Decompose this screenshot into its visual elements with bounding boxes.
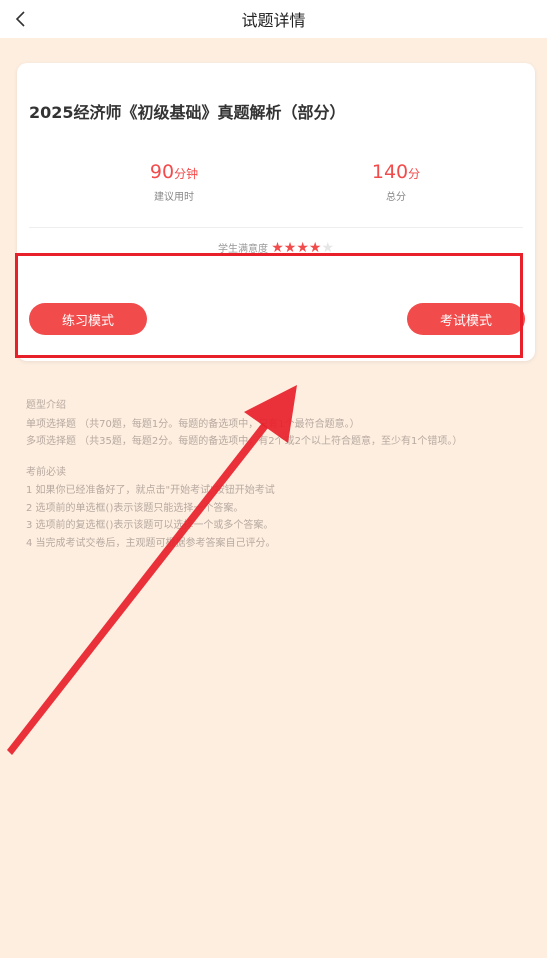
exam-info: 题型介绍 单项选择题 （共70题，每题1分。每题的备选项中，只有1个最符合题意。…	[26, 397, 526, 552]
top-bar: 试题详情	[0, 0, 547, 38]
question-types-title: 题型介绍	[26, 400, 66, 411]
note-item: 3 选项前的复选框()表示该题可以选择一个或多个答案。	[26, 520, 274, 531]
card-divider	[29, 227, 523, 228]
back-icon[interactable]	[8, 6, 32, 32]
note-item: 4 当完成考试交卷后，主观题可根据参考答案自己评分。	[26, 537, 276, 549]
duration-unit: 分钟	[174, 167, 199, 181]
multiple-choice-info: 多项选择题 （共35题，每题2分。每题的备选项中，有2个或2个以上符合题意，至少…	[26, 436, 463, 447]
duration-value: 90	[149, 161, 175, 183]
total-score-value: 140	[371, 161, 409, 183]
highlight-box	[15, 253, 523, 358]
page-title: 试题详情	[241, 11, 306, 30]
single-choice-info: 单项选择题 （共70题，每题1分。每题的备选项中，只有1个最符合题意。）	[26, 418, 360, 430]
duration-stat: 90分钟 建议用时	[94, 161, 254, 203]
note-item: 2 选项前的单选框()表示该题只能选择一个答案。	[26, 502, 244, 514]
note-item: 1 如果你已经准备好了，就点击"开始考试"按钮开始考试	[26, 485, 275, 496]
notes-title: 考前必读	[26, 466, 66, 478]
total-score-label: 总分	[386, 192, 406, 203]
duration-label: 建议用时	[154, 192, 194, 203]
total-score-unit: 分	[408, 167, 421, 181]
total-score-stat: 140分 总分	[316, 161, 476, 203]
exam-title: 2025经济师《初级基础》真题解析（部分）	[29, 103, 346, 122]
